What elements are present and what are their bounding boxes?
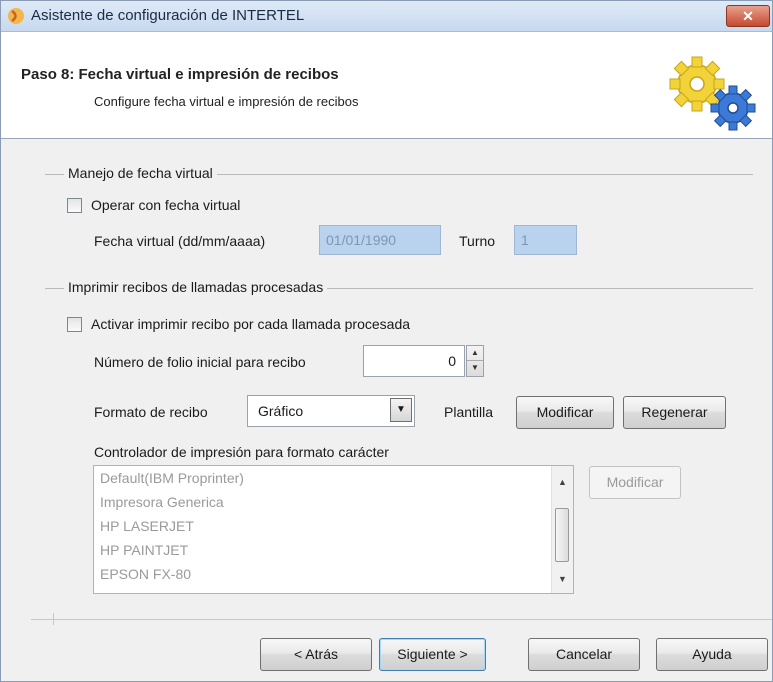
folio-label: Número de folio inicial para recibo	[94, 354, 306, 370]
close-button[interactable]: ✕	[726, 5, 770, 27]
gears-icon	[669, 56, 756, 131]
stepper-down-icon[interactable]: ▼	[467, 361, 483, 376]
regenerate-button[interactable]: Regenerar	[623, 396, 726, 429]
window-title: Asistente de configuración de INTERTEL	[31, 7, 305, 24]
folio-value: 0	[448, 353, 456, 369]
wizard-window: Asistente de configuración de INTERTEL ✕…	[0, 0, 773, 682]
next-button[interactable]: Siguiente >	[379, 638, 486, 671]
operate-virtual-date-checkbox[interactable]	[67, 198, 82, 213]
shift-field[interactable]: 1	[514, 225, 577, 255]
folio-stepper[interactable]: ▲ ▼	[466, 345, 484, 377]
list-item[interactable]: EPSON FX-80	[100, 566, 191, 582]
modify-template-button[interactable]: Modificar	[516, 396, 614, 429]
activate-receipts-label[interactable]: Activar imprimir recibo por cada llamada…	[91, 316, 410, 332]
receipts-group-label: Imprimir recibos de llamadas procesadas	[64, 279, 328, 295]
virtual-date-group-label: Manejo de fecha virtual	[64, 165, 217, 181]
operate-virtual-date-label[interactable]: Operar con fecha virtual	[91, 197, 240, 213]
wizard-header: Paso 8: Fecha virtual e impresión de rec…	[1, 32, 772, 139]
footer-divider	[31, 619, 772, 620]
back-button[interactable]: < Atrás	[260, 638, 372, 671]
format-label: Formato de recibo	[94, 404, 208, 420]
cancel-button[interactable]: Cancelar	[528, 638, 640, 671]
step-subtitle: Configure fecha virtual e impresión de r…	[94, 94, 359, 109]
list-item[interactable]: HP PAINTJET	[100, 542, 188, 558]
title-bar: Asistente de configuración de INTERTEL ✕	[1, 1, 772, 32]
activate-receipts-checkbox[interactable]	[67, 317, 82, 332]
virtual-date-field[interactable]: 01/01/1990	[319, 225, 441, 255]
driver-scrollbar[interactable]: ▲ ▼	[551, 466, 573, 593]
modify-driver-button[interactable]: Modificar	[589, 466, 681, 499]
scroll-thumb[interactable]	[555, 508, 569, 562]
format-value: Gráfico	[258, 403, 304, 419]
app-icon	[8, 8, 24, 24]
list-item[interactable]: Impresora Generica	[100, 494, 224, 510]
scroll-up-icon[interactable]: ▲	[552, 472, 573, 492]
virtual-date-label: Fecha virtual (dd/mm/aaaa)	[94, 233, 266, 249]
divider-tick	[53, 613, 54, 625]
close-icon: ✕	[742, 8, 754, 24]
help-button[interactable]: Ayuda	[656, 638, 768, 671]
stepper-up-icon[interactable]: ▲	[467, 346, 483, 361]
format-select[interactable]: Gráfico ▼	[247, 395, 415, 427]
step-title: Paso 8: Fecha virtual e impresión de rec…	[21, 66, 339, 83]
folio-input[interactable]: 0	[363, 345, 465, 377]
driver-listbox[interactable]: Default(IBM Proprinter) Impresora Generi…	[93, 465, 574, 594]
list-item[interactable]: HP LASERJET	[100, 518, 194, 534]
scroll-down-icon[interactable]: ▼	[552, 569, 573, 589]
driver-label: Controlador de impresión para formato ca…	[94, 444, 389, 460]
list-item[interactable]: Default(IBM Proprinter)	[100, 470, 244, 486]
chevron-down-icon[interactable]: ▼	[390, 398, 412, 422]
shift-label: Turno	[459, 233, 496, 249]
template-label: Plantilla	[444, 404, 494, 420]
